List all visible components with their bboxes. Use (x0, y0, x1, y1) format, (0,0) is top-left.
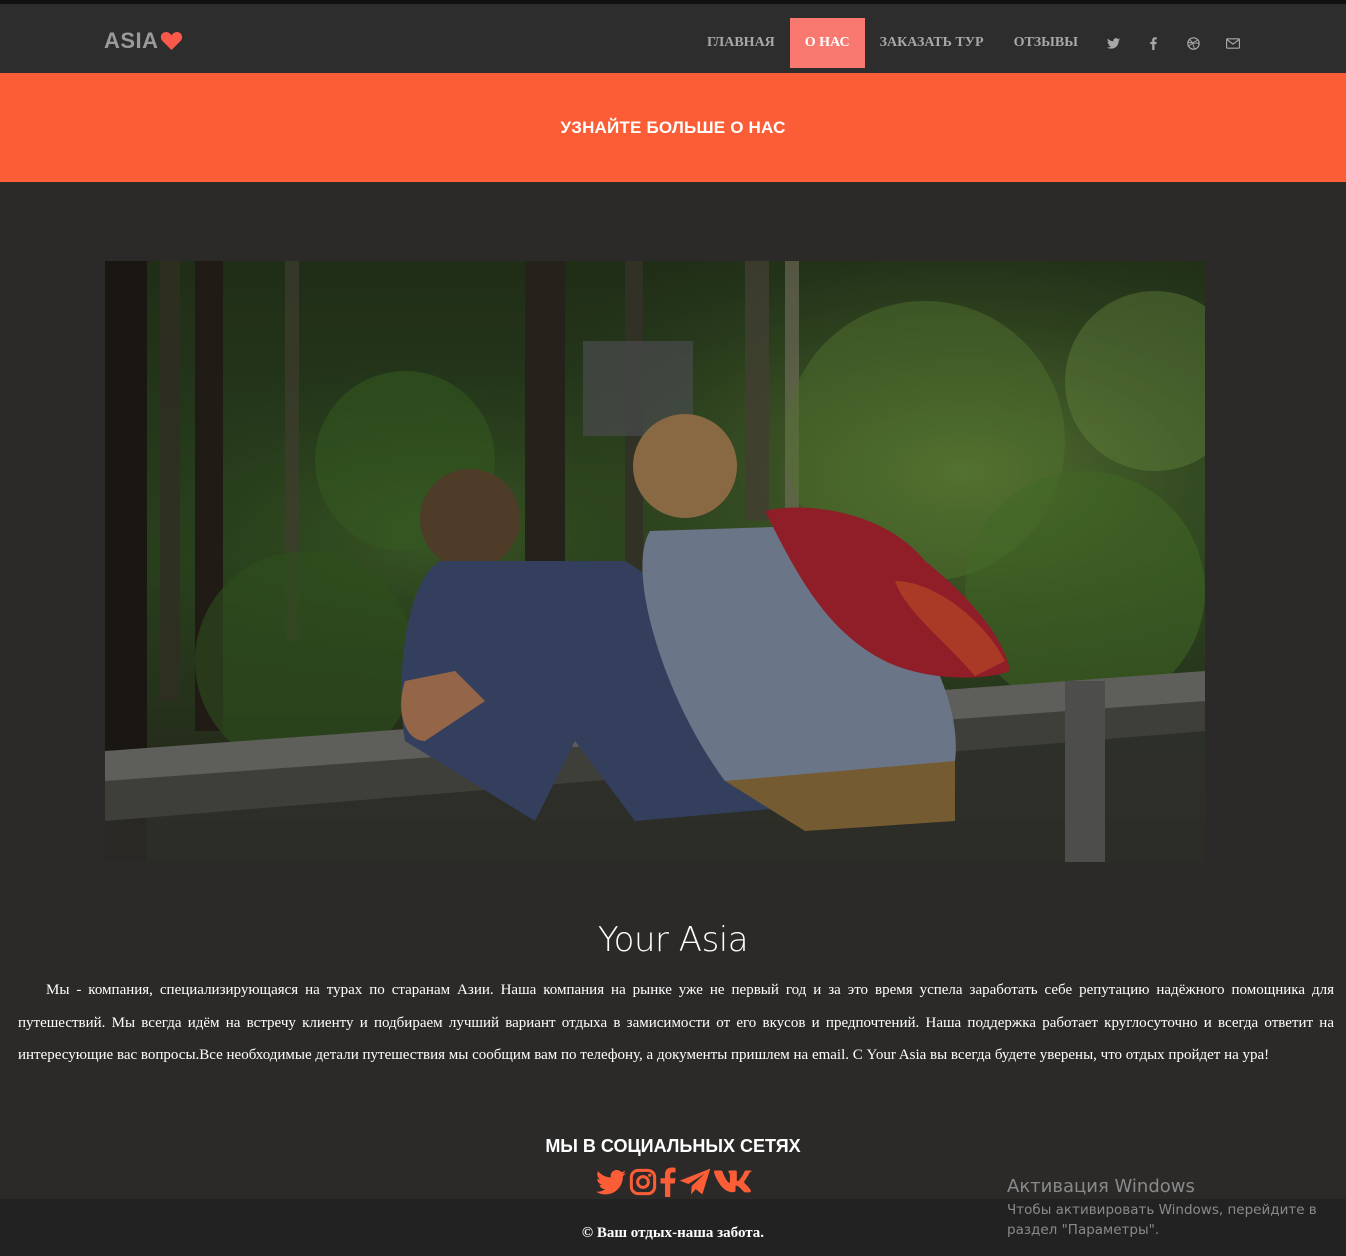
facebook-icon (660, 1167, 676, 1197)
social-telegram-link[interactable] (679, 1168, 711, 1196)
page-banner: УЗНАЙТЕ БОЛЬШЕ О НАС (0, 73, 1346, 182)
hero-image (105, 261, 1205, 862)
watermark-title: Активация Windows (1007, 1176, 1195, 1197)
footer-text: © Ваш отдых-наша забота. (581, 1225, 765, 1241)
nav-item-about[interactable]: О НАС (789, 18, 865, 68)
main-nav: ГЛАВНАЯ О НАС ЗАКАЗАТЬ ТУР ОТЗЫВЫ (692, 18, 1253, 68)
brand-logo[interactable]: ASIA (104, 28, 183, 54)
social-vk-link[interactable] (714, 1170, 752, 1194)
vk-icon (714, 1170, 752, 1193)
watermark-line1: Чтобы активировать Windows, перейдите в (1007, 1202, 1317, 1218)
banner-title: УЗНАЙТЕ БОЛЬШЕ О НАС (560, 117, 786, 137)
social-title: МЫ В СОЦИАЛЬНЫХ СЕТЯХ (545, 1136, 801, 1156)
windows-activation-watermark: Активация Windows Чтобы активировать Win… (1007, 1176, 1337, 1240)
nav-twitter-link[interactable] (1093, 18, 1133, 68)
nav-item-home[interactable]: ГЛАВНАЯ (692, 18, 790, 68)
social-facebook-link[interactable] (660, 1167, 676, 1197)
social-instagram-link[interactable] (629, 1168, 657, 1196)
about-text: Мы - компания, специализирующаяся на тур… (18, 982, 1334, 1063)
watermark-line2: раздел "Параметры". (1007, 1222, 1160, 1238)
facebook-icon (1149, 36, 1157, 50)
navbar: ASIA ГЛАВНАЯ О НАС ЗАКАЗАТЬ ТУР ОТЗЫВЫ (0, 4, 1346, 73)
heart-icon (160, 31, 182, 51)
dribbble-icon (1186, 36, 1200, 50)
telegram-icon (679, 1168, 711, 1195)
nav-item-order-tour[interactable]: ЗАКАЗАТЬ ТУР (865, 18, 999, 68)
social-twitter-link[interactable] (596, 1169, 626, 1195)
twitter-icon (1106, 37, 1120, 49)
nav-item-reviews[interactable]: ОТЗЫВЫ (999, 18, 1093, 68)
email-icon (1226, 37, 1241, 49)
social-icons (596, 1165, 752, 1199)
instagram-icon (629, 1168, 657, 1196)
nav-email-link[interactable] (1213, 18, 1253, 68)
nav-dribbble-link[interactable] (1173, 18, 1213, 68)
brand-name: ASIA (104, 28, 159, 53)
nav-facebook-link[interactable] (1133, 18, 1173, 68)
hero-photo (105, 261, 1205, 862)
twitter-icon (596, 1169, 626, 1194)
about-title: Your Asia (597, 920, 749, 960)
